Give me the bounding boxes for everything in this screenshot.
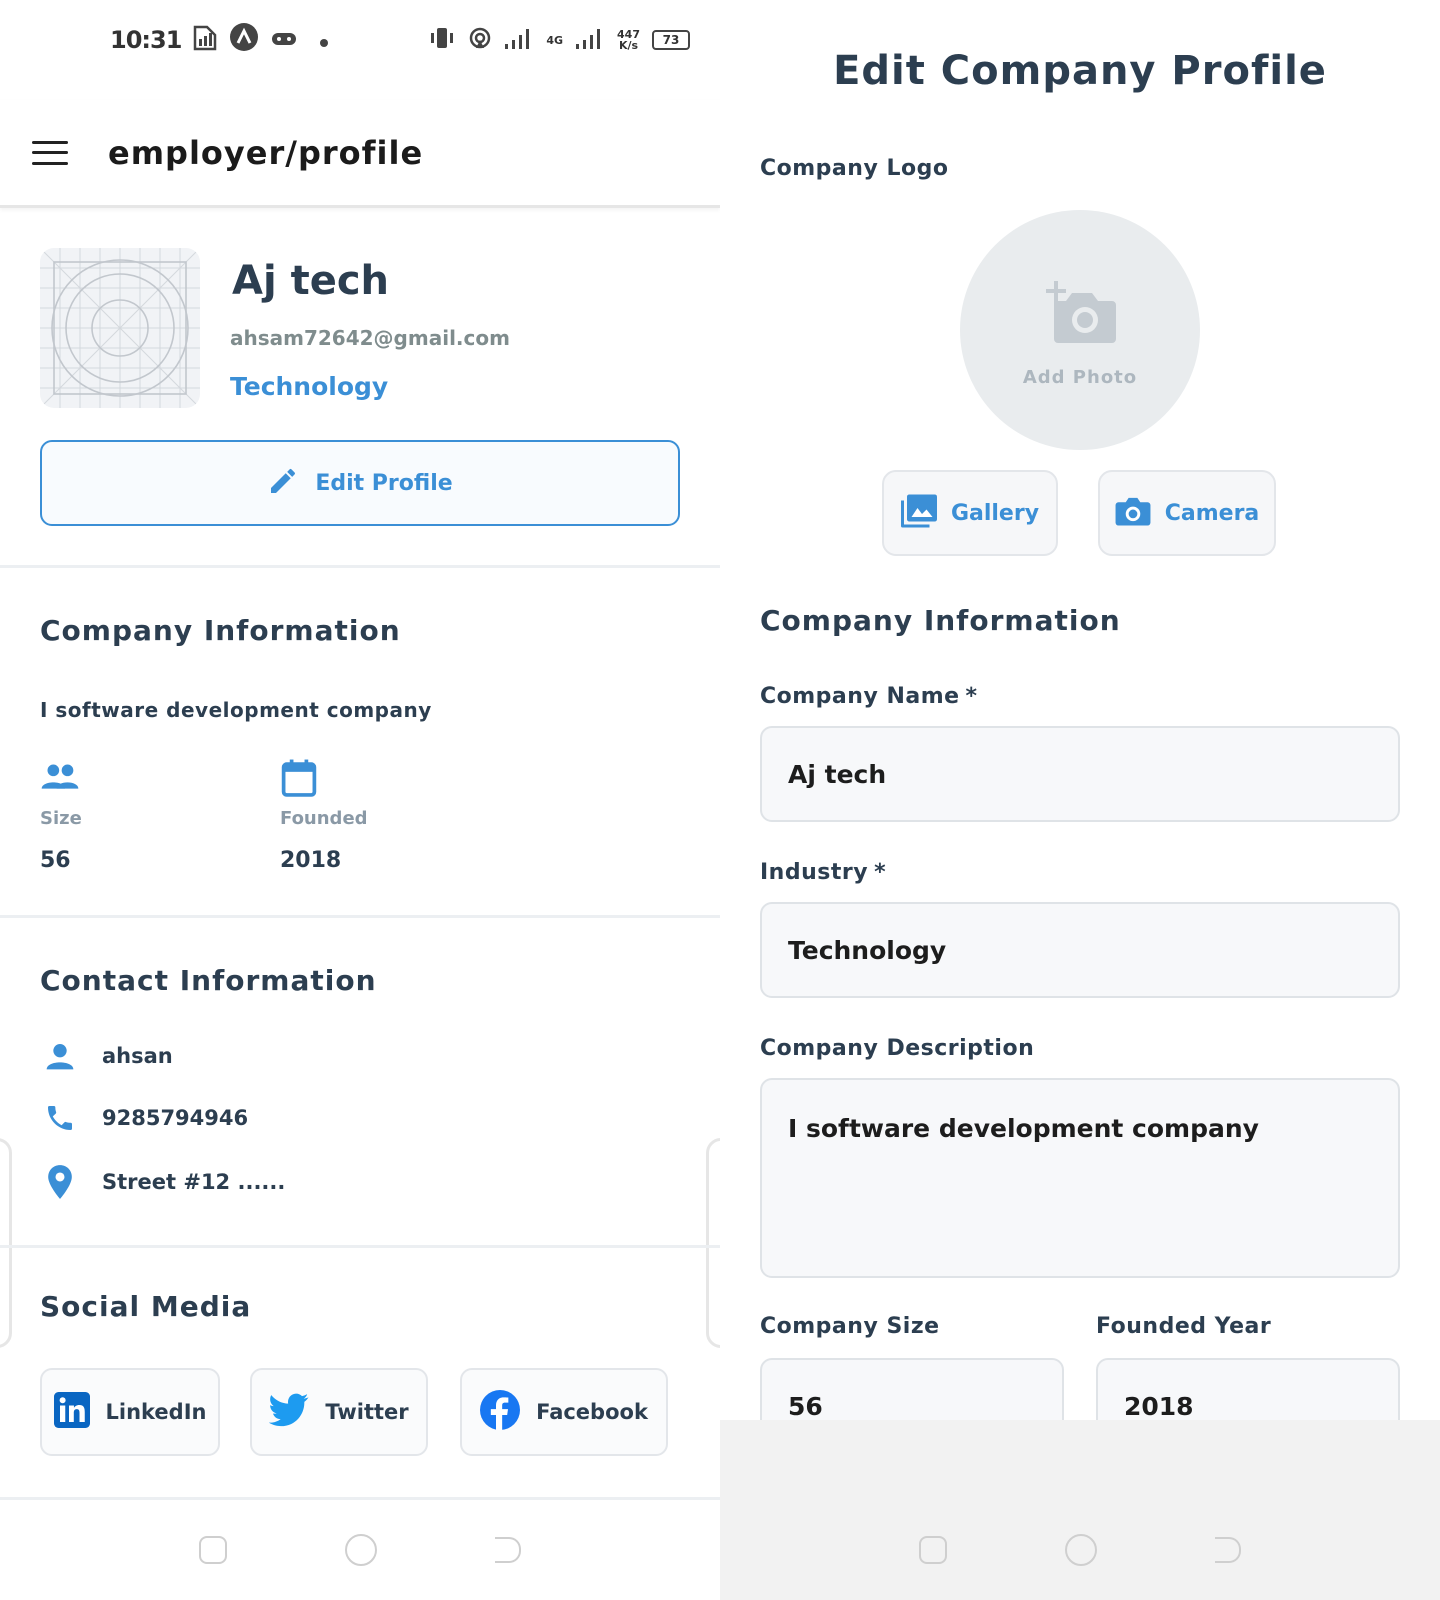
app-notification-icon [229, 22, 259, 58]
industry-label: Industry * [760, 860, 887, 885]
person-icon [40, 1040, 80, 1072]
company-logo-label: Company Logo [760, 156, 949, 181]
company-size-label: Company Size [760, 1314, 940, 1339]
contact-name-row: ahsan [40, 1040, 173, 1072]
recent-apps-button[interactable] [199, 1536, 227, 1564]
facebook-icon [480, 1390, 521, 1434]
network-speed: 447 K/s [617, 28, 640, 52]
back-button[interactable] [495, 1537, 521, 1563]
signal-icon-2 [575, 26, 605, 54]
hotspot-icon [468, 26, 492, 54]
company-description-label: Company Description [760, 1036, 1035, 1061]
home-button[interactable] [1065, 1534, 1097, 1566]
founded-value: 2018 [280, 848, 342, 873]
page-title: Edit Company Profile [833, 48, 1327, 94]
phone-icon [40, 1102, 80, 1134]
recent-apps-button[interactable] [919, 1536, 947, 1564]
size-label: Size [40, 808, 82, 829]
company-name-field[interactable]: Aj tech [760, 726, 1400, 822]
system-nav-bar [720, 1500, 1440, 1600]
network-type: 4G [546, 33, 564, 47]
size-value: 56 [40, 848, 71, 873]
home-button[interactable] [345, 1534, 377, 1566]
people-icon [40, 762, 80, 796]
vibrate-icon [428, 26, 456, 54]
contact-phone: 9285794946 [102, 1106, 249, 1130]
contact-name: ahsan [102, 1044, 173, 1068]
edit-profile-button[interactable]: Edit Profile [40, 440, 680, 526]
add-photo-label: Add Photo [1022, 366, 1138, 388]
signal-icon [504, 26, 534, 54]
twitter-button[interactable]: Twitter [250, 1368, 428, 1456]
linkedin-button[interactable]: LinkedIn [40, 1368, 220, 1456]
edit-profile-label: Edit Profile [315, 470, 453, 496]
edge-decoration [0, 1138, 12, 1348]
contact-address: Street #12 ...... [102, 1170, 286, 1194]
company-industry: Technology [230, 372, 389, 401]
gallery-button[interactable]: Gallery [882, 470, 1058, 556]
edge-decoration [706, 1138, 720, 1348]
twitter-icon [268, 1392, 309, 1432]
appbar-title: employer/profile [108, 133, 424, 172]
company-info-title: Company Information [760, 604, 1121, 637]
camera-button[interactable]: Camera [1098, 470, 1276, 556]
founded-year-label: Founded Year [1096, 1314, 1272, 1339]
twitter-label: Twitter [325, 1400, 409, 1424]
location-pin-icon [40, 1164, 80, 1200]
camera-icon [1115, 495, 1151, 531]
back-button[interactable] [1215, 1537, 1241, 1563]
company-info-title: Company Information [40, 614, 401, 647]
calendar-icon [280, 758, 318, 802]
linkedin-label: LinkedIn [105, 1400, 207, 1424]
edit-profile-screen: Edit Company Profile Company Logo Add Ph… [720, 0, 1440, 1600]
sim-icon [193, 23, 217, 57]
gallery-icon [900, 494, 937, 532]
social-media-title: Social Media [40, 1290, 252, 1323]
gallery-label: Gallery [950, 500, 1040, 526]
company-email: ahsam72642@gmail.com [230, 326, 510, 350]
battery-icon: 73 [652, 30, 690, 50]
status-bar: 10:31 4G 447 K/s 73 [110, 18, 690, 62]
founded-label: Founded [280, 808, 368, 829]
linkedin-icon [53, 1392, 90, 1432]
industry-field[interactable]: Technology [760, 902, 1400, 998]
add-camera-icon [1040, 273, 1120, 349]
gamepad-icon [271, 26, 297, 54]
divider [0, 915, 720, 918]
divider [0, 1245, 720, 1248]
dot-icon [319, 26, 329, 54]
contact-phone-row[interactable]: 9285794946 [40, 1102, 248, 1134]
facebook-button[interactable]: Facebook [460, 1368, 668, 1456]
menu-icon[interactable] [32, 140, 68, 165]
add-photo-area[interactable]: Add Photo [960, 210, 1200, 450]
company-name-label: Company Name * [760, 684, 978, 709]
app-bar: employer/profile [0, 100, 720, 208]
company-logo-placeholder [40, 248, 200, 408]
contact-address-row[interactable]: Street #12 ...... [40, 1164, 285, 1200]
required-marker: * [874, 860, 887, 885]
divider [0, 565, 720, 568]
profile-screen: 10:31 4G 447 K/s 73 employer/profile Aj … [0, 0, 720, 1600]
pencil-icon [267, 465, 299, 501]
company-description-field[interactable]: I software development company [760, 1078, 1400, 1278]
company-name: Aj tech [232, 258, 390, 304]
camera-label: Camera [1164, 500, 1260, 526]
status-time: 10:31 [110, 26, 182, 54]
contact-info-title: Contact Information [40, 964, 377, 997]
bottom-area [720, 1420, 1440, 1600]
company-description: I software development company [40, 698, 432, 722]
system-nav-bar [0, 1500, 720, 1600]
facebook-label: Facebook [536, 1400, 648, 1424]
required-marker: * [965, 684, 978, 709]
